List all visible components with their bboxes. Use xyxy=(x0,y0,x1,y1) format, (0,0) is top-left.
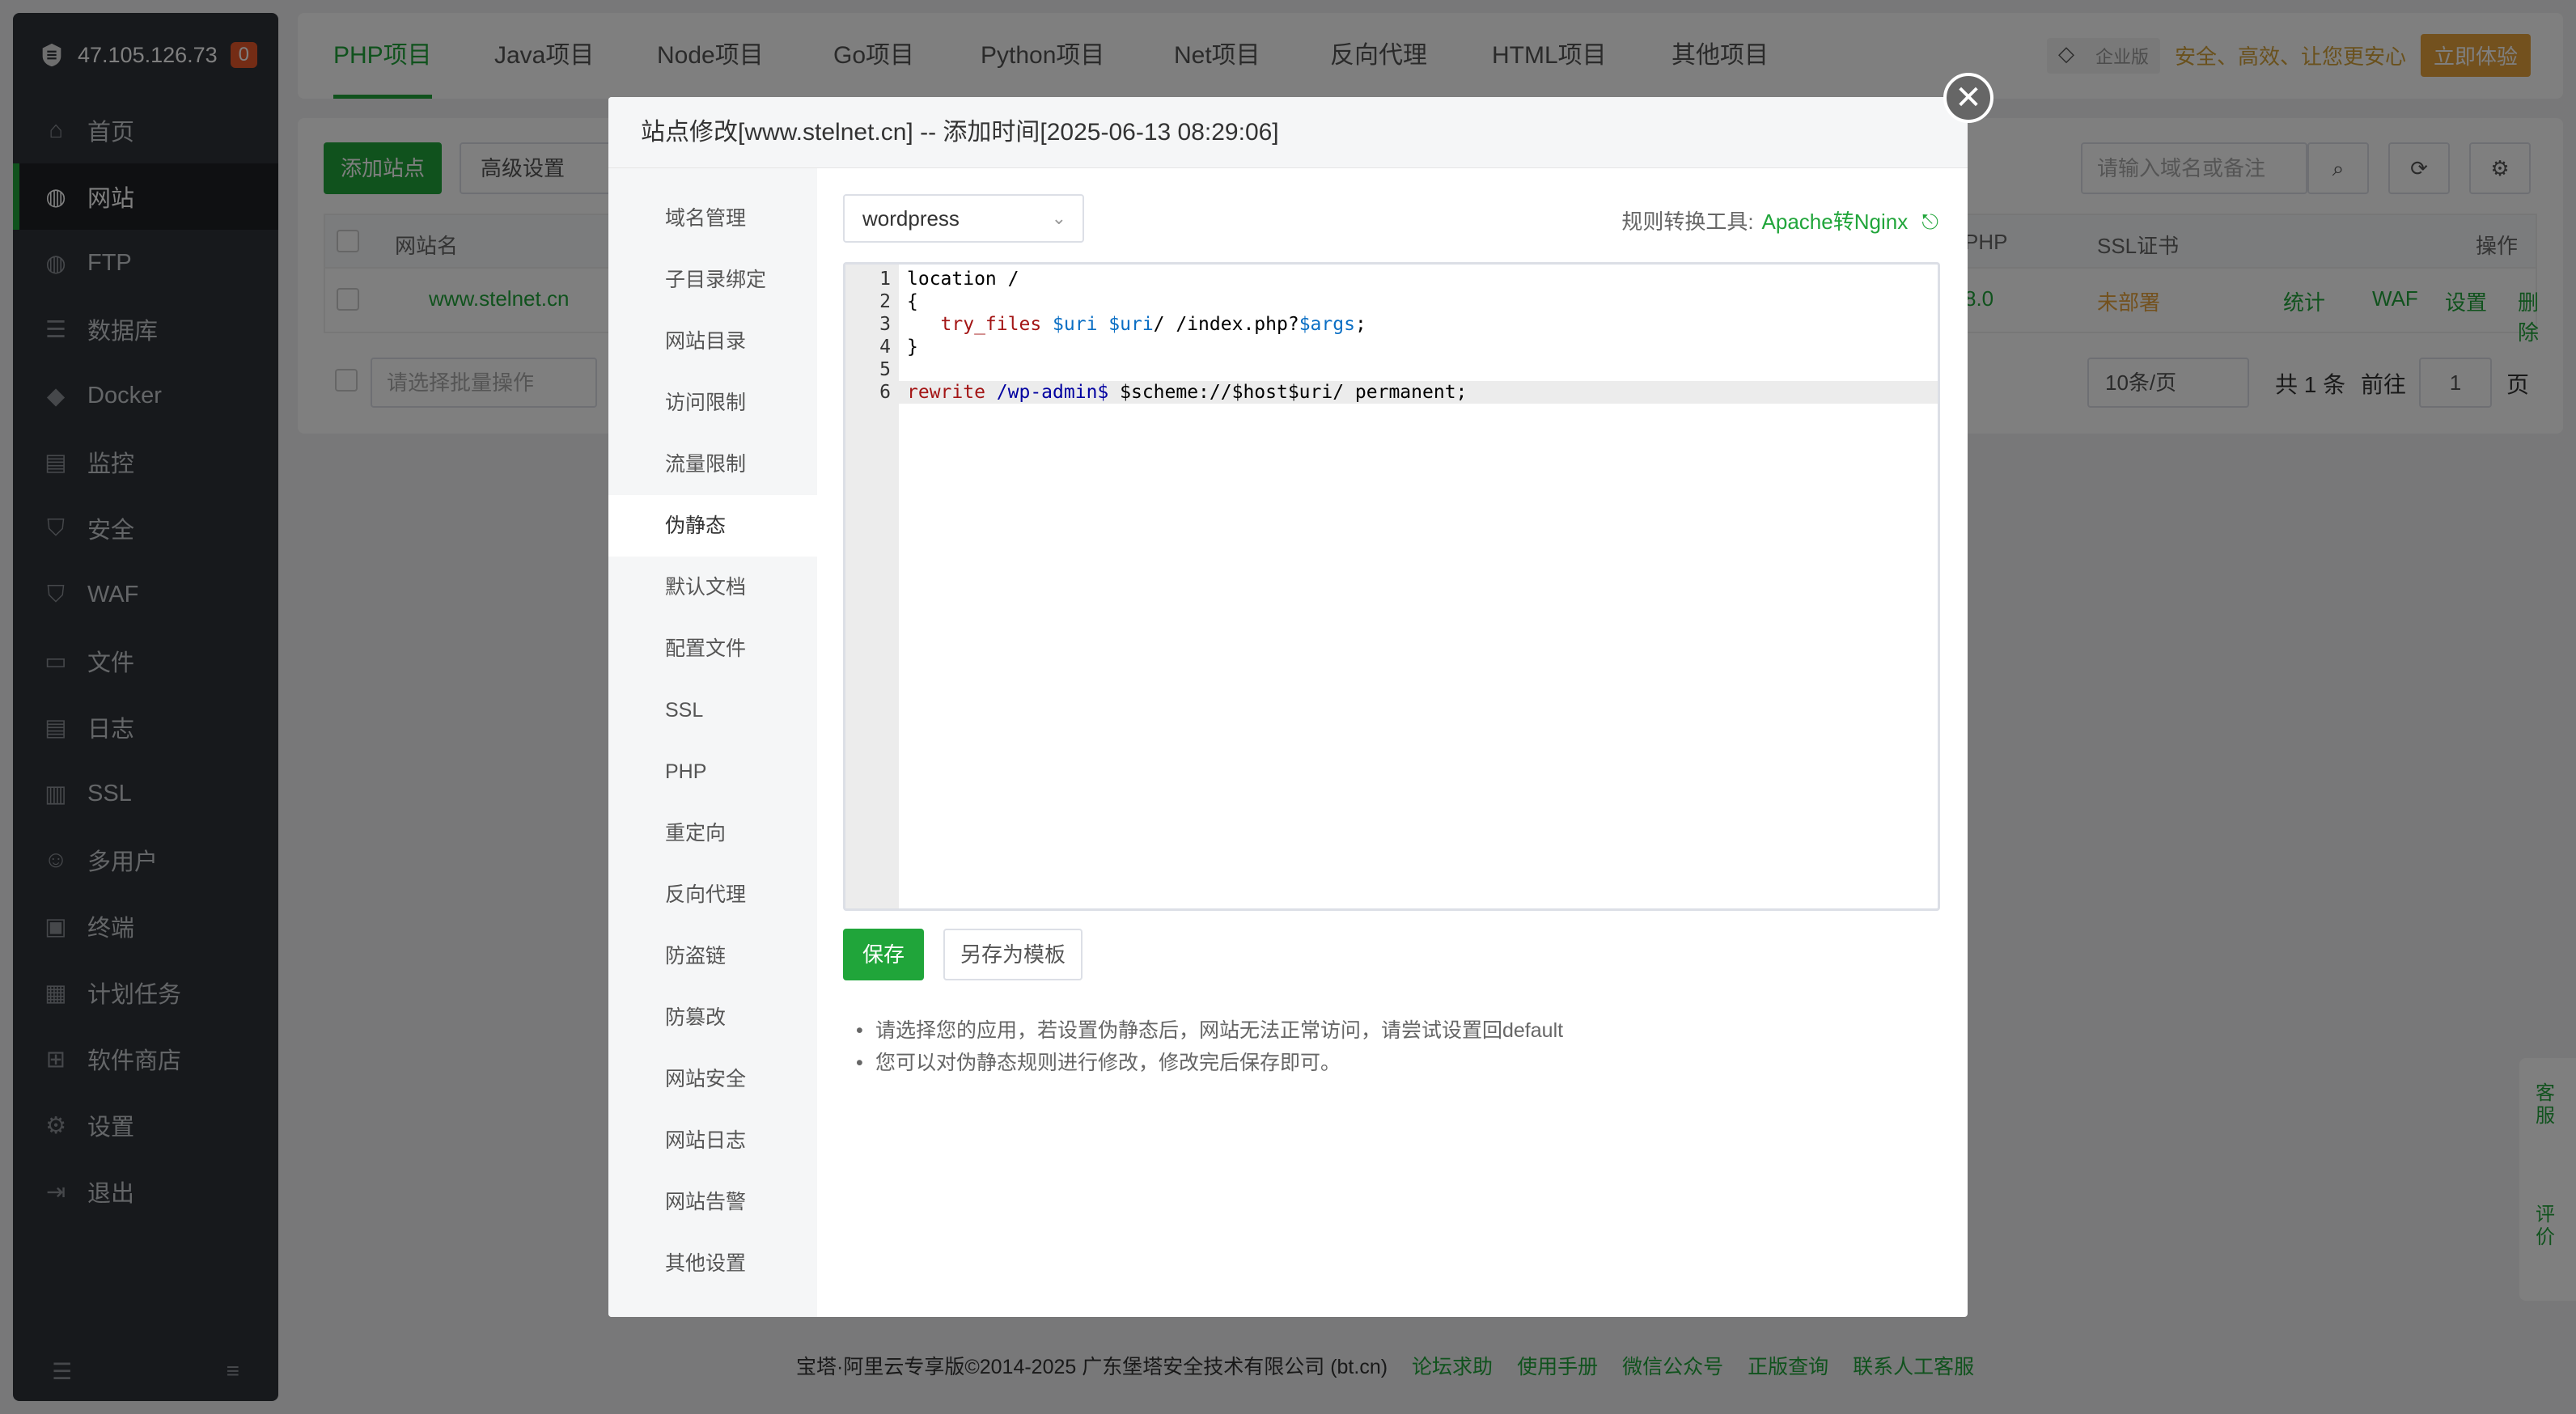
code-line: 4} xyxy=(845,336,1938,358)
line-number: 3 xyxy=(879,314,891,335)
nav-site-alerts[interactable]: 网站告警 xyxy=(608,1171,817,1233)
tip-item: 您可以对伪静态规则进行修改，修改完后保存即可。 xyxy=(854,1047,1563,1079)
site-edit-modal: 站点修改[www.stelnet.cn] -- 添加时间[2025-06-13 … xyxy=(608,97,1968,1317)
close-icon[interactable]: ✕ xyxy=(1943,73,1993,123)
nav-site-security[interactable]: 网站安全 xyxy=(608,1048,817,1110)
line-number: 6 xyxy=(879,382,891,403)
app-root: 47.105.126.73 0 ⌂首页 ◍网站 ◍FTP ☰数据库 ◆Docke… xyxy=(0,0,2576,1414)
nav-other-settings[interactable]: 其他设置 xyxy=(608,1233,817,1294)
nav-php[interactable]: PHP xyxy=(608,741,817,802)
rewrite-code-editor[interactable]: 1 location / 2{ 3 try_files $uri $uri/ /i… xyxy=(843,262,1940,911)
line-number: 5 xyxy=(879,359,891,380)
modal-title: 站点修改[www.stelnet.cn] -- 添加时间[2025-06-13 … xyxy=(608,97,1968,168)
line-number: 2 xyxy=(879,291,891,312)
line-number: 1 xyxy=(879,269,891,290)
nav-default-doc[interactable]: 默认文档 xyxy=(608,557,817,618)
nav-rewrite[interactable]: 伪静态 xyxy=(608,495,817,557)
modal-nav: 域名管理 子目录绑定 网站目录 访问限制 流量限制 伪静态 默认文档 配置文件 … xyxy=(608,168,817,1317)
nav-traffic-limit[interactable]: 流量限制 xyxy=(608,434,817,495)
save-button[interactable]: 保存 xyxy=(843,929,924,980)
rule-converter-label: 规则转换工具: xyxy=(1621,210,1754,234)
code-line: 2{ xyxy=(845,290,1938,313)
nav-domain[interactable]: 域名管理 xyxy=(608,188,817,249)
rewrite-tips: 请选择您的应用，若设置伪静态后，网站无法正常访问，请尝试设置回default 您… xyxy=(854,1014,1563,1079)
nav-ssl[interactable]: SSL xyxy=(608,679,817,741)
code-line-active: 6 rewrite /wp-admin$ $scheme://$host$uri/… xyxy=(845,381,1938,404)
line-number: 4 xyxy=(879,337,891,358)
code-text: rewrite /wp-admin$ $scheme://$host$uri/ … xyxy=(907,382,1468,403)
nav-tamper-proof[interactable]: 防篡改 xyxy=(608,987,817,1048)
nav-site-dir[interactable]: 网站目录 xyxy=(608,311,817,372)
select-value: wordpress xyxy=(862,206,960,231)
nav-site-logs[interactable]: 网站日志 xyxy=(608,1110,817,1171)
nav-subdir[interactable]: 子目录绑定 xyxy=(608,249,817,311)
nav-hotlink[interactable]: 防盗链 xyxy=(608,925,817,987)
external-link-icon[interactable]: ⎋ xyxy=(1916,210,1938,234)
nav-redirect[interactable]: 重定向 xyxy=(608,802,817,864)
chevron-down-icon: ⌄ xyxy=(1051,208,1066,228)
nav-reverse-proxy[interactable]: 反向代理 xyxy=(608,864,817,925)
code-text: { xyxy=(907,291,918,312)
code-line: 3 try_files $uri $uri/ /index.php?$args; xyxy=(845,313,1938,336)
nav-access-limit[interactable]: 访问限制 xyxy=(608,372,817,434)
code-text: location / xyxy=(907,269,1019,290)
code-line: 5 xyxy=(845,358,1938,381)
code-line: 1 location / xyxy=(845,268,1938,290)
apache-to-nginx-link[interactable]: Apache转Nginx xyxy=(1762,210,1909,234)
code-text: try_files $uri $uri/ /index.php?$args; xyxy=(940,314,1366,335)
nav-config-file[interactable]: 配置文件 xyxy=(608,618,817,679)
rewrite-template-select[interactable]: wordpress ⌄ xyxy=(843,194,1084,243)
save-as-template-button[interactable]: 另存为模板 xyxy=(943,929,1083,980)
rule-converter: 规则转换工具: Apache转Nginx ⎋ xyxy=(1621,205,1938,235)
tip-item: 请选择您的应用，若设置伪静态后，网站无法正常访问，请尝试设置回default xyxy=(854,1014,1563,1047)
code-text: } xyxy=(907,337,918,358)
